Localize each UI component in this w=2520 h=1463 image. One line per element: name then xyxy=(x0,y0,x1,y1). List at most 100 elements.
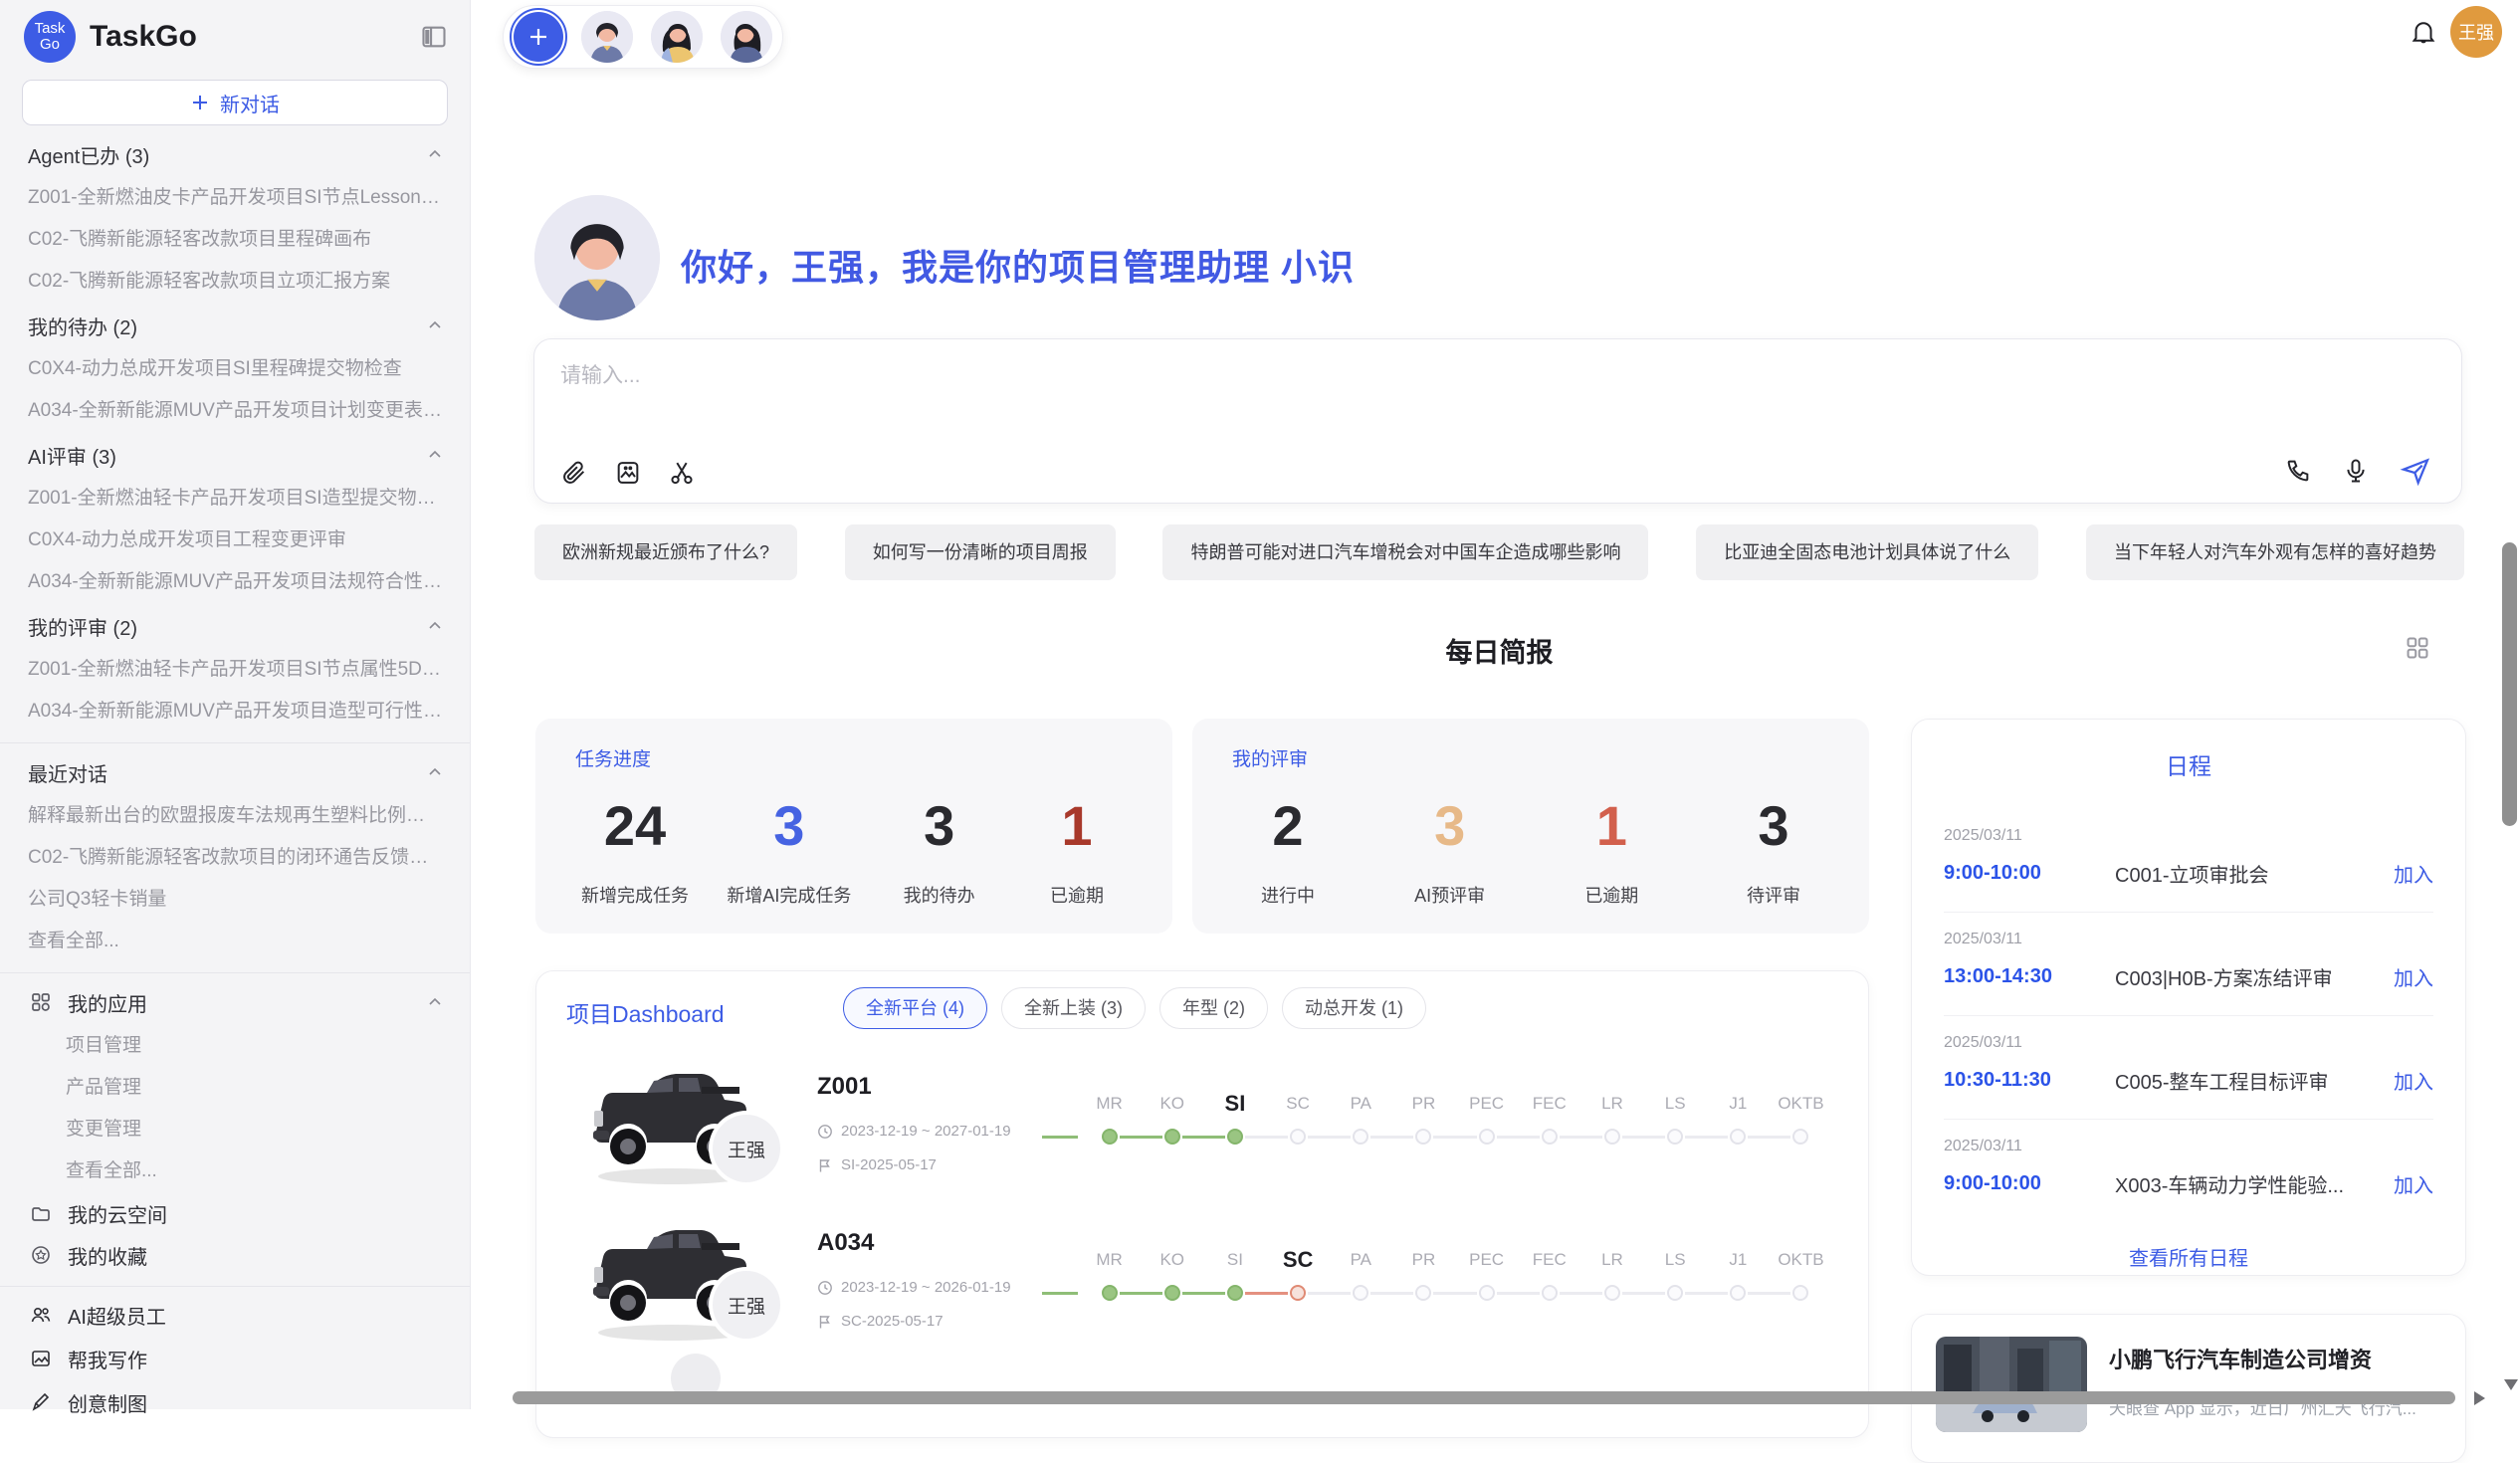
scissors-icon[interactable] xyxy=(668,459,696,487)
schedule-event: X003-车辆动力学性能验... xyxy=(2115,1169,2380,1198)
conversation-item[interactable]: A034-全新新能源MUV产品开发项目计划变更表编写 xyxy=(0,390,470,432)
milestone-mr[interactable]: MR xyxy=(1078,1243,1141,1313)
agent-avatar[interactable] xyxy=(651,11,703,63)
cloud-space-label: 我的云空间 xyxy=(68,1199,444,1228)
milestone-fec[interactable]: FEC xyxy=(1518,1243,1580,1313)
suggestion-chip[interactable]: 当下年轻人对汽车外观有怎样的喜好趋势 xyxy=(2086,524,2464,580)
milestone-j1[interactable]: J1 xyxy=(1707,1087,1770,1156)
send-icon[interactable] xyxy=(2400,455,2431,487)
milestone-dot xyxy=(1164,1285,1180,1301)
join-link[interactable]: 加入 xyxy=(2394,962,2433,991)
user-avatar[interactable]: 王强 xyxy=(2450,6,2502,58)
mic-icon[interactable] xyxy=(2342,457,2370,485)
milestone-sc[interactable]: SC xyxy=(1267,1243,1330,1313)
milestone-ko[interactable]: KO xyxy=(1141,1243,1203,1313)
conversation-item[interactable]: A034-全新新能源MUV产品开发项目法规符合性评审 xyxy=(0,561,470,603)
tab-powertrain[interactable]: 动总开发 (1) xyxy=(1282,987,1426,1029)
section-header-ai-review[interactable]: AI评审 (3) xyxy=(0,432,470,478)
tab-year-model[interactable]: 年型 (2) xyxy=(1159,987,1268,1029)
project-row[interactable]: 王强 Z001 2023-12-19 ~ 2027-01-19 SI-2025-… xyxy=(536,1041,1868,1197)
milestone-lr[interactable]: LR xyxy=(1580,1087,1643,1156)
sidebar-item-creative-draw[interactable]: 创意制图 xyxy=(0,1380,470,1424)
milestone-mr[interactable]: MR xyxy=(1078,1087,1141,1156)
phone-icon[interactable] xyxy=(2284,457,2312,485)
vertical-scrollbar[interactable] xyxy=(2502,542,2517,826)
section-header-recent-chats[interactable]: 最近对话 xyxy=(0,749,470,795)
conversation-item[interactable]: Z001-全新燃油轻卡产品开发项目SI节点属性5D文件评审 xyxy=(0,649,470,691)
scroll-down-arrow[interactable] xyxy=(2504,1379,2518,1390)
milestone-oktb[interactable]: OKTB xyxy=(1770,1087,1832,1156)
agent-avatar[interactable] xyxy=(581,11,633,63)
conversation-item[interactable]: C0X4-动力总成开发项目SI里程碑提交物检查 xyxy=(0,348,470,390)
app-item-change-mgmt[interactable]: 变更管理 xyxy=(0,1109,470,1150)
daily-briefing-title: 每日简报 xyxy=(1446,638,1554,668)
tab-new-body[interactable]: 全新上装 (3) xyxy=(1001,987,1146,1029)
sidebar-item-help-write[interactable]: 帮我写作 xyxy=(0,1337,470,1380)
notification-bell-icon[interactable] xyxy=(2409,17,2438,47)
milestone-pa[interactable]: PA xyxy=(1330,1243,1392,1313)
milestone-ls[interactable]: LS xyxy=(1644,1243,1707,1313)
briefing-layout-icon[interactable] xyxy=(2405,635,2430,661)
milestone-pr[interactable]: PR xyxy=(1392,1087,1455,1156)
attach-icon[interactable] xyxy=(560,459,588,487)
sidebar-collapse-icon[interactable] xyxy=(420,23,448,51)
recent-chat-item[interactable]: 解释最新出台的欧盟报废车法规再生塑料比例被调至15%... xyxy=(0,795,470,837)
sidebar-item-cloud-space[interactable]: 我的云空间 xyxy=(0,1192,470,1234)
milestone-dot xyxy=(1730,1129,1746,1145)
milestone-label: SI xyxy=(1203,1087,1266,1121)
join-link[interactable]: 加入 xyxy=(2394,859,2433,888)
milestone-oktb[interactable]: OKTB xyxy=(1770,1243,1832,1313)
milestone-ko[interactable]: KO xyxy=(1141,1087,1203,1156)
suggestion-chip[interactable]: 特朗普可能对进口汽车增税会对中国车企造成哪些影响 xyxy=(1162,524,1648,580)
milestone-ls[interactable]: LS xyxy=(1644,1087,1707,1156)
chevron-up-icon xyxy=(426,145,444,163)
agent-avatar[interactable] xyxy=(721,11,772,63)
image-icon[interactable] xyxy=(614,459,642,487)
milestone-pec[interactable]: PEC xyxy=(1455,1243,1518,1313)
horizontal-scrollbar[interactable] xyxy=(513,1391,2455,1404)
milestone-sc[interactable]: SC xyxy=(1267,1087,1330,1156)
section-header-agent-done[interactable]: Agent已办 (3) xyxy=(0,131,470,177)
project-row[interactable]: 王强 A034 2023-12-19 ~ 2026-01-19 SC-2025-… xyxy=(536,1197,1868,1354)
milestone-dot xyxy=(1415,1285,1431,1301)
news-card[interactable]: 小鹏飞行汽车制造公司增资 天眼查 App 显示，近日广州汇天飞行汽... xyxy=(1911,1314,2466,1463)
sidebar-item-my-apps[interactable]: 我的应用 xyxy=(0,979,470,1025)
conversation-item[interactable]: A034-全新新能源MUV产品开发项目造型可行性评审 xyxy=(0,691,470,732)
sidebar-item-favorites[interactable]: 我的收藏 xyxy=(0,1234,470,1276)
news-body: 小鹏飞行汽车制造公司增资 天眼查 App 显示，近日广州汇天飞行汽... xyxy=(2087,1315,2465,1462)
join-link[interactable]: 加入 xyxy=(2394,1169,2433,1198)
milestone-fec[interactable]: FEC xyxy=(1518,1087,1580,1156)
milestone-pec[interactable]: PEC xyxy=(1455,1087,1518,1156)
milestone-pa[interactable]: PA xyxy=(1330,1087,1392,1156)
conversation-item[interactable]: C02-飞腾新能源轻客改款项目里程碑画布 xyxy=(0,219,470,261)
section-header-my-todo[interactable]: 我的待办 (2) xyxy=(0,303,470,348)
app-item-product-mgmt[interactable]: 产品管理 xyxy=(0,1067,470,1109)
conversation-item[interactable]: C0X4-动力总成开发项目工程变更评审 xyxy=(0,520,470,561)
milestone-si[interactable]: SI xyxy=(1203,1243,1266,1313)
stat-ai-pre-review: 3 AI预评审 xyxy=(1400,793,1500,908)
recent-chat-item[interactable]: 公司Q3轻卡销量 xyxy=(0,879,470,921)
milestone-si[interactable]: SI xyxy=(1203,1087,1266,1156)
suggestion-chip[interactable]: 如何写一份清晰的项目周报 xyxy=(845,524,1116,580)
conversation-item[interactable]: C02-飞腾新能源轻客改款项目立项汇报方案 xyxy=(0,261,470,303)
suggestion-chip[interactable]: 比亚迪全固态电池计划具体说了什么 xyxy=(1696,524,2038,580)
new-chat-button[interactable]: 新对话 xyxy=(22,80,448,125)
suggestion-chip[interactable]: 欧洲新规最近颁布了什么? xyxy=(534,524,797,580)
recent-view-all[interactable]: 查看全部... xyxy=(0,921,470,962)
new-session-button[interactable] xyxy=(514,12,563,62)
recent-chat-item[interactable]: C02-飞腾新能源轻客改款项目的闭环通告反馈情况 xyxy=(0,837,470,879)
chat-input[interactable] xyxy=(560,359,2431,429)
section-header-my-review[interactable]: 我的评审 (2) xyxy=(0,603,470,649)
join-link[interactable]: 加入 xyxy=(2394,1066,2433,1095)
milestone-pr[interactable]: PR xyxy=(1392,1243,1455,1313)
milestone-j1[interactable]: J1 xyxy=(1707,1243,1770,1313)
app-item-project-mgmt[interactable]: 项目管理 xyxy=(0,1025,470,1067)
view-all-schedule-link[interactable]: 查看所有日程 xyxy=(1912,1242,2465,1271)
conversation-item[interactable]: Z001-全新燃油轻卡产品开发项目SI造型提交物评审 xyxy=(0,478,470,520)
tab-new-platform[interactable]: 全新平台 (4) xyxy=(843,987,987,1029)
apps-view-all[interactable]: 查看全部... xyxy=(0,1150,470,1192)
scroll-right-arrow[interactable] xyxy=(2474,1391,2485,1405)
sidebar-item-ai-staff[interactable]: AI超级员工 xyxy=(0,1293,470,1337)
conversation-item[interactable]: Z001-全新燃油皮卡产品开发项目SI节点Lesson Learn报告 xyxy=(0,177,470,219)
milestone-lr[interactable]: LR xyxy=(1580,1243,1643,1313)
